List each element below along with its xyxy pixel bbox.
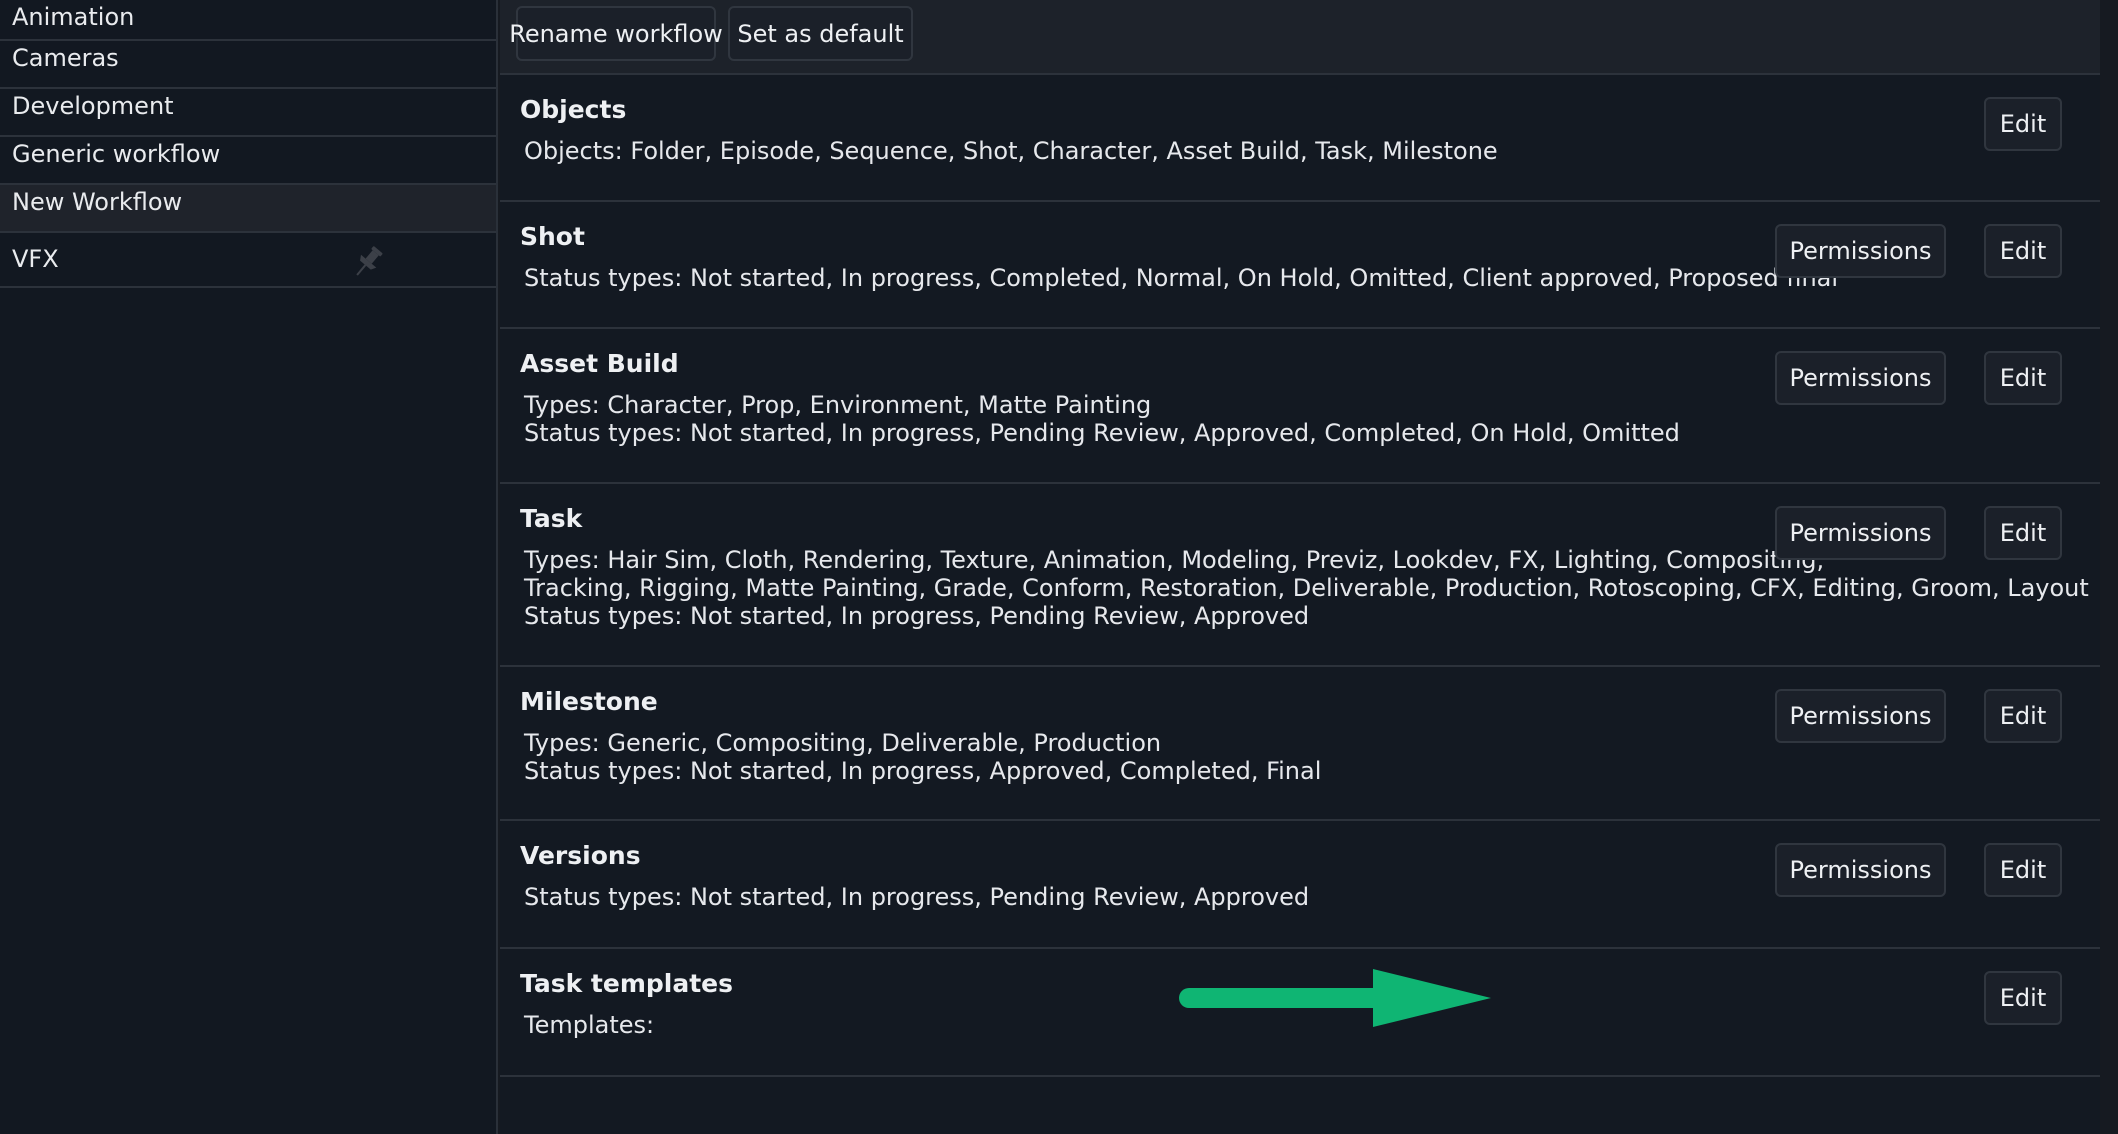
section-line: Status types: Not started, In progress, … — [524, 757, 1322, 785]
rename-workflow-button[interactable]: Rename workflow — [509, 6, 723, 61]
toolbar: Rename workflow Set as default — [500, 0, 2100, 75]
section-line: Tracking, Rigging, Matte Painting, Grade… — [524, 574, 2089, 602]
sidebar-item-new-workflow[interactable]: New Workflow — [0, 185, 496, 233]
section-line: Status types: Not started, In progress, … — [524, 602, 1310, 630]
sidebar-item-cameras[interactable]: Cameras — [0, 41, 496, 89]
section-task: Task Types: Hair Sim, Cloth, Rendering, … — [500, 484, 2100, 667]
asset-build-edit-button[interactable]: Edit — [1984, 351, 2062, 405]
workflow-sidebar: Animation Cameras Development Generic wo… — [0, 0, 498, 1134]
section-shot: Shot Status types: Not started, In progr… — [500, 202, 2100, 329]
versions-edit-button[interactable]: Edit — [1984, 843, 2062, 897]
task-permissions-button[interactable]: Permissions — [1775, 506, 1946, 560]
sidebar-item-animation[interactable]: Animation — [0, 0, 496, 41]
section-milestone: Milestone Types: Generic, Compositing, D… — [500, 667, 2100, 821]
sidebar-item-vfx[interactable]: VFX — [0, 233, 496, 288]
task-edit-button[interactable]: Edit — [1984, 506, 2062, 560]
section-versions: Versions Status types: Not started, In p… — [500, 821, 2100, 949]
sidebar-item-development[interactable]: Development — [0, 89, 496, 137]
asset-build-permissions-button[interactable]: Permissions — [1775, 351, 1946, 405]
app-window: Animation Cameras Development Generic wo… — [0, 0, 2118, 1134]
versions-permissions-button[interactable]: Permissions — [1775, 843, 1946, 897]
sidebar-item-generic-workflow[interactable]: Generic workflow — [0, 137, 496, 185]
pin-icon[interactable] — [348, 242, 388, 282]
milestone-permissions-button[interactable]: Permissions — [1775, 689, 1946, 743]
section-content: Objects: Folder, Episode, Sequence, Shot… — [520, 137, 2100, 165]
sidebar-item-label: VFX — [12, 245, 59, 273]
objects-edit-button[interactable]: Edit — [1984, 97, 2062, 151]
milestone-edit-button[interactable]: Edit — [1984, 689, 2062, 743]
section-asset-build: Asset Build Types: Character, Prop, Envi… — [500, 329, 2100, 484]
set-default-button[interactable]: Set as default — [728, 6, 913, 61]
section-line: Objects: Folder, Episode, Sequence, Shot… — [524, 137, 1498, 165]
section-title: Objects — [520, 95, 627, 124]
section-objects: Objects Objects: Folder, Episode, Sequen… — [500, 75, 2100, 202]
shot-permissions-button[interactable]: Permissions — [1775, 224, 1946, 278]
shot-edit-button[interactable]: Edit — [1984, 224, 2062, 278]
section-line: Status types: Not started, In progress, … — [524, 419, 1680, 447]
highlight-arrow-icon — [1179, 969, 1491, 1027]
task-templates-edit-button[interactable]: Edit — [1984, 971, 2062, 1025]
